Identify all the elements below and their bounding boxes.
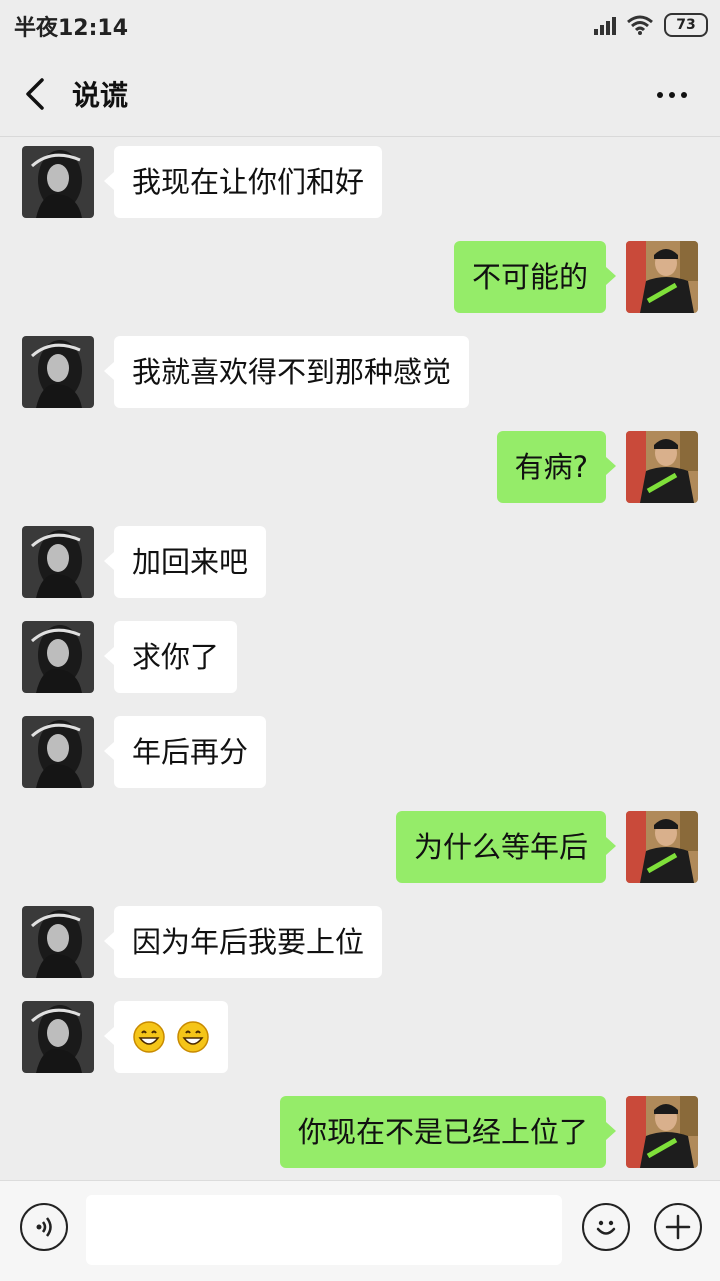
contact-avatar[interactable] <box>22 716 94 788</box>
message-bubble[interactable]: 求你了 <box>103 621 238 693</box>
contact-avatar[interactable] <box>22 336 94 408</box>
back-button[interactable] <box>18 74 58 114</box>
grinning-face-icon <box>133 1021 165 1053</box>
more-options-button[interactable] <box>652 78 692 112</box>
message-row: 因为年后我要上位 <box>0 906 720 982</box>
message-bubble[interactable]: 因为年后我要上位 <box>103 906 383 978</box>
smiley-icon <box>596 1220 616 1235</box>
my-avatar[interactable] <box>626 811 698 883</box>
message-bubble[interactable]: 有病? <box>496 431 617 503</box>
input-bar <box>0 1180 720 1281</box>
chevron-left-icon <box>26 78 44 110</box>
message-bubble[interactable] <box>104 1001 228 1073</box>
message-bubble[interactable]: 年后再分 <box>103 716 267 788</box>
message-row: 年后再分 <box>0 716 720 792</box>
message-bubble[interactable]: 我就喜欢得不到那种感觉 <box>103 336 470 408</box>
message-bubble[interactable]: 不可能的 <box>453 241 617 313</box>
message-input[interactable] <box>86 1195 562 1265</box>
message-row: 为什么等年后 <box>0 811 720 887</box>
wifi-icon <box>627 15 653 35</box>
voice-button[interactable] <box>20 1203 68 1251</box>
contact-avatar[interactable] <box>22 621 94 693</box>
contact-avatar[interactable] <box>22 526 94 598</box>
message-row: 加回来吧 <box>0 526 720 602</box>
message-bubble[interactable]: 为什么等年后 <box>395 811 617 883</box>
my-avatar[interactable] <box>626 241 698 313</box>
grinning-face-icon <box>177 1021 209 1053</box>
battery-icon: 73 <box>664 13 708 37</box>
emoji-button[interactable] <box>582 1203 630 1251</box>
message-row: 有病? <box>0 431 720 507</box>
message-row: 你现在不是已经上位了 <box>0 1096 720 1172</box>
more-icon <box>657 92 663 98</box>
message-bubble[interactable]: 我现在让你们和好 <box>103 146 383 218</box>
chat-area[interactable]: 我现在让你们和好 不可能的 我就喜欢得不到那种感觉 有病? 加回来吧 求你了 年… <box>0 137 720 1179</box>
contact-avatar[interactable] <box>22 906 94 978</box>
message-bubble[interactable]: 你现在不是已经上位了 <box>279 1096 617 1168</box>
message-row <box>0 1001 720 1077</box>
message-bubble[interactable]: 加回来吧 <box>103 526 267 598</box>
message-row: 求你了 <box>0 621 720 697</box>
message-row: 不可能的 <box>0 241 720 317</box>
status-icons: 73 <box>594 12 708 38</box>
message-row: 我就喜欢得不到那种感觉 <box>0 336 720 412</box>
my-avatar[interactable] <box>626 431 698 503</box>
more-functions-button[interactable] <box>654 1203 702 1251</box>
signal-icon <box>594 15 616 35</box>
voice-icon <box>36 1217 52 1237</box>
status-time: 半夜12:14 <box>14 16 129 41</box>
status-bar: 半夜12:14 73 <box>0 0 720 52</box>
chat-title: 说谎 <box>72 79 129 112</box>
contact-avatar[interactable] <box>22 1001 94 1073</box>
plus-icon <box>665 1214 691 1240</box>
my-avatar[interactable] <box>626 1096 698 1168</box>
nav-bar: 说谎 <box>0 52 720 137</box>
message-row: 我现在让你们和好 <box>0 146 720 222</box>
contact-avatar[interactable] <box>22 146 94 218</box>
